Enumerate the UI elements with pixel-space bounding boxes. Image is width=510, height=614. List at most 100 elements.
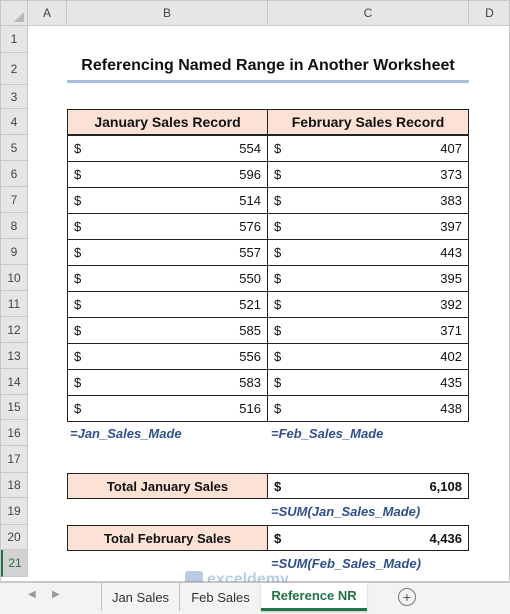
currency-sign: $ — [74, 141, 82, 156]
feb-sales-cell[interactable]: $397 — [267, 213, 469, 240]
currency-sign: $ — [74, 375, 82, 390]
total-jan-value: $ 6,108 — [267, 473, 469, 499]
jan-sales-cell[interactable]: $583 — [67, 369, 268, 396]
title-underline — [67, 80, 469, 83]
currency-sign: $ — [274, 530, 282, 546]
feb-header: February Sales Record — [267, 109, 469, 135]
jan-sales-cell[interactable]: $514 — [67, 187, 268, 214]
feb-sales-cell[interactable]: $373 — [267, 161, 469, 188]
feb-sales-value: 402 — [440, 349, 462, 364]
jan-sales-cell[interactable]: $557 — [67, 239, 268, 266]
feb-sales-value: 407 — [440, 141, 462, 156]
column-header-b[interactable]: B — [67, 1, 268, 26]
jan-sales-value: 596 — [239, 167, 261, 182]
sheet-tab-bar: ◀ ▶ Jan Sales Feb Sales Reference NR + — [0, 582, 510, 614]
currency-sign: $ — [274, 219, 282, 234]
feb-sales-value: 435 — [440, 375, 462, 390]
total-jan-formula: =SUM(Jan_Sales_Made) — [271, 503, 421, 519]
row-header-1[interactable]: 1 — [1, 26, 28, 53]
column-header-a[interactable]: A — [28, 1, 67, 26]
row-header-10[interactable]: 10 — [1, 265, 28, 291]
currency-sign: $ — [74, 271, 82, 286]
spreadsheet-grid[interactable]: A B C D 1 2 3 4 5 6 7 8 9 10 11 12 13 14 15 16 17 18 19 20 2… — [0, 0, 510, 582]
row-header-6[interactable]: 6 — [1, 161, 28, 187]
row-header-17[interactable]: 17 — [1, 446, 28, 473]
row-header-21[interactable]: 21 — [1, 550, 28, 577]
row-header-16[interactable]: 16 — [1, 420, 28, 446]
row-header-2[interactable]: 2 — [1, 53, 28, 85]
jan-sales-cell[interactable]: $516 — [67, 395, 268, 422]
jan-sales-value: 516 — [239, 401, 261, 416]
tab-jan-sales[interactable]: Jan Sales — [101, 583, 179, 611]
row-header-19[interactable]: 19 — [1, 498, 28, 525]
currency-sign: $ — [274, 401, 282, 416]
row-header-18[interactable]: 18 — [1, 473, 28, 498]
row-header-5[interactable]: 5 — [1, 135, 28, 161]
currency-sign: $ — [74, 193, 82, 208]
currency-sign: $ — [74, 323, 82, 338]
jan-sales-cell[interactable]: $576 — [67, 213, 268, 240]
currency-sign: $ — [274, 167, 282, 182]
row-header-14[interactable]: 14 — [1, 369, 28, 395]
feb-sales-cell[interactable]: $392 — [267, 291, 469, 318]
row-header-15[interactable]: 15 — [1, 395, 28, 420]
row-header-11[interactable]: 11 — [1, 291, 28, 317]
row-header-4[interactable]: 4 — [1, 109, 28, 135]
column-header-c[interactable]: C — [268, 1, 469, 26]
currency-sign: $ — [74, 401, 82, 416]
total-jan-amount: 6,108 — [429, 478, 462, 494]
currency-sign: $ — [74, 297, 82, 312]
jan-sales-value: 557 — [239, 245, 261, 260]
tab-reference-nr[interactable]: Reference NR — [261, 583, 367, 611]
row-header-9[interactable]: 9 — [1, 239, 28, 265]
currency-sign: $ — [274, 271, 282, 286]
currency-sign: $ — [274, 375, 282, 390]
feb-sales-value: 443 — [440, 245, 462, 260]
triangle-left-icon[interactable]: ◀ — [28, 589, 36, 600]
feb-sales-value: 371 — [440, 323, 462, 338]
feb-sales-cell[interactable]: $383 — [267, 187, 469, 214]
select-all-corner[interactable] — [1, 1, 28, 26]
jan-sales-value: 585 — [239, 323, 261, 338]
feb-sales-cell[interactable]: $438 — [267, 395, 469, 422]
feb-sales-cell[interactable]: $435 — [267, 369, 469, 396]
jan-header: January Sales Record — [67, 109, 268, 135]
jan-range-name: =Jan_Sales_Made — [70, 425, 182, 441]
jan-sales-cell[interactable]: $596 — [67, 161, 268, 188]
jan-sales-value: 550 — [239, 271, 261, 286]
row-header-3[interactable]: 3 — [1, 85, 28, 109]
row-header-12[interactable]: 12 — [1, 317, 28, 343]
jan-sales-value: 554 — [239, 141, 261, 156]
jan-sales-value: 583 — [239, 375, 261, 390]
feb-sales-cell[interactable]: $443 — [267, 239, 469, 266]
sheet-title: Referencing Named Range in Another Works… — [81, 57, 455, 74]
row-header-20[interactable]: 20 — [1, 525, 28, 550]
currency-sign: $ — [74, 167, 82, 182]
feb-sales-value: 397 — [440, 219, 462, 234]
tab-feb-sales[interactable]: Feb Sales — [179, 583, 261, 611]
jan-sales-value: 521 — [239, 297, 261, 312]
feb-sales-cell[interactable]: $402 — [267, 343, 469, 370]
jan-sales-value: 576 — [239, 219, 261, 234]
jan-sales-cell[interactable]: $521 — [67, 291, 268, 318]
feb-sales-cell[interactable]: $371 — [267, 317, 469, 344]
currency-sign: $ — [74, 245, 82, 260]
jan-sales-value: 514 — [239, 193, 261, 208]
feb-range-name: =Feb_Sales_Made — [271, 425, 384, 441]
jan-sales-cell[interactable]: $556 — [67, 343, 268, 370]
jan-sales-cell[interactable]: $550 — [67, 265, 268, 292]
column-header-d[interactable]: D — [469, 1, 509, 26]
feb-sales-cell[interactable]: $395 — [267, 265, 469, 292]
jan-sales-cell[interactable]: $585 — [67, 317, 268, 344]
row-header-7[interactable]: 7 — [1, 187, 28, 213]
row-header-13[interactable]: 13 — [1, 343, 28, 369]
plus-circle-icon[interactable]: + — [398, 588, 416, 606]
feb-sales-cell[interactable]: $407 — [267, 135, 469, 162]
total-feb-label: Total February Sales — [67, 525, 268, 551]
row-header-8[interactable]: 8 — [1, 213, 28, 239]
currency-sign: $ — [274, 193, 282, 208]
feb-sales-value: 395 — [440, 271, 462, 286]
triangle-right-icon[interactable]: ▶ — [52, 589, 60, 600]
feb-sales-value: 373 — [440, 167, 462, 182]
jan-sales-cell[interactable]: $554 — [67, 135, 268, 162]
